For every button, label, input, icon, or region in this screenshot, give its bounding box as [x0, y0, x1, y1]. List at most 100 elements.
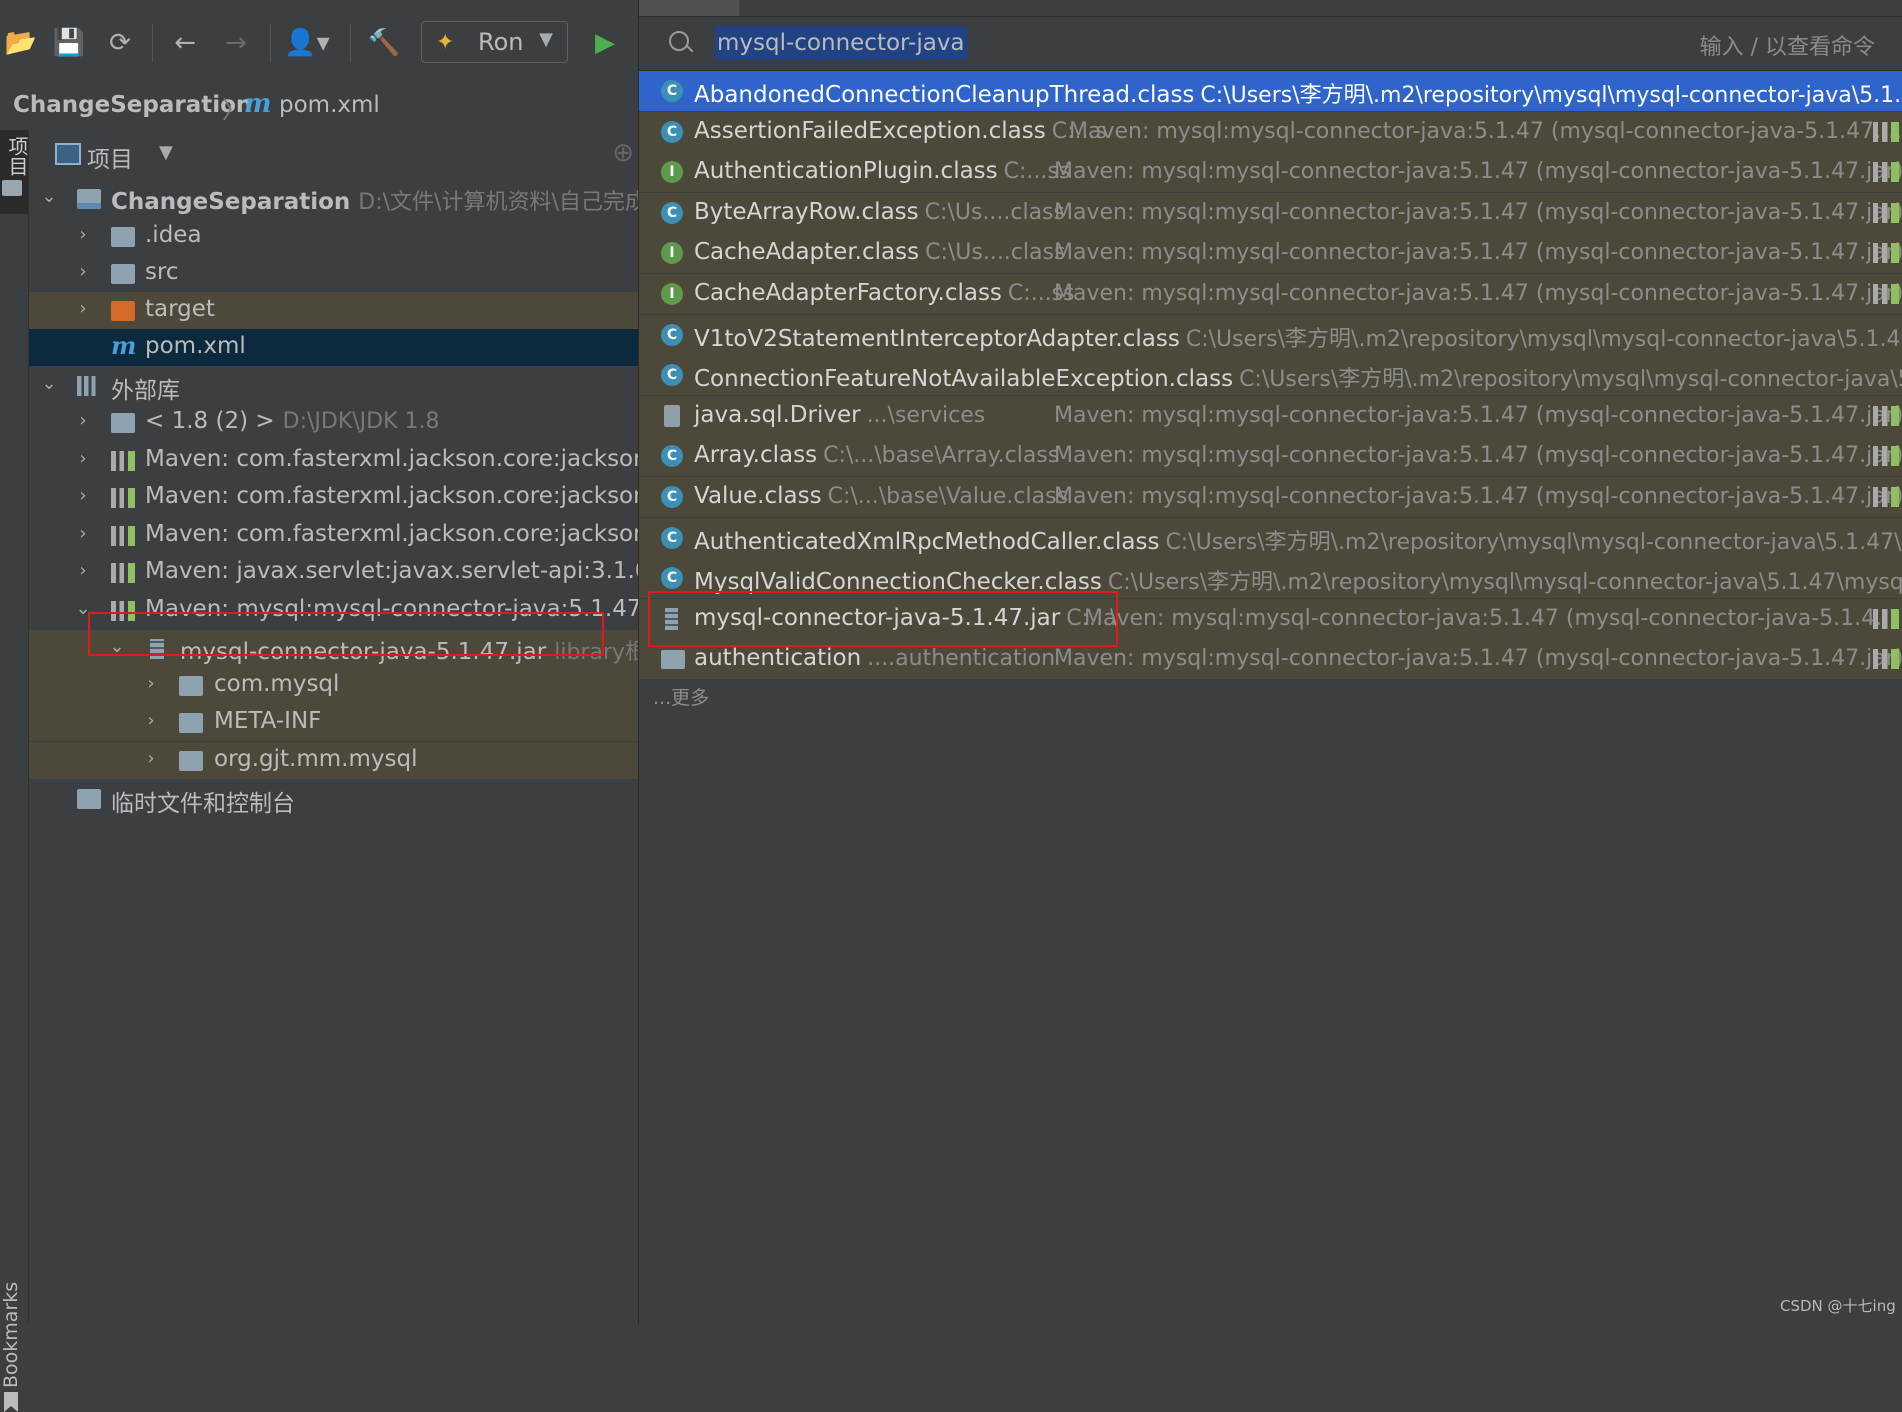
run-play-icon[interactable]: ▶	[588, 26, 622, 60]
tree-row-library[interactable]: › Maven: com.fasterxml.jackson.core:jack…	[29, 517, 638, 554]
tree-row-target[interactable]: › target	[29, 292, 638, 329]
search-result-library: Maven: mysql:mysql-connector-java:5.1.47…	[1084, 606, 1897, 631]
folder-icon	[111, 227, 135, 247]
search-result-row[interactable]: C AssertionFailedException.class C:...s Mav…	[639, 112, 1902, 152]
tree-label: 外部库	[111, 378, 180, 404]
chevron-right-icon[interactable]: ›	[73, 224, 93, 245]
chevron-down-icon: ▼	[539, 29, 553, 50]
user-dropdown-icon[interactable]: 👤▾	[282, 26, 332, 60]
search-result-row[interactable]: C V1toV2StatementInterceptorAdapter.class…	[639, 315, 1902, 355]
forward-arrow-icon[interactable]: →	[219, 26, 253, 60]
tree-row-package[interactable]: › com.mysql	[29, 667, 638, 704]
tree-row-idea[interactable]: › .idea	[29, 218, 638, 255]
tree-text: < 1.8 (2) > D:\JDK\JDK 1.8	[145, 408, 440, 434]
project-view-select[interactable]: 项目	[87, 140, 133, 174]
search-result-name: Array.class C:\...\base\Array.class	[694, 442, 1059, 468]
search-result-library: Maven: mysql:mysql-connector-java:5.1.47…	[1054, 646, 1902, 671]
chevron-right-icon[interactable]: ›	[73, 523, 93, 544]
toolbar-divider	[152, 24, 153, 62]
search-result-path: ....authentication	[867, 646, 1056, 671]
chevron-right-icon[interactable]: ›	[141, 673, 161, 694]
save-icon[interactable]: 💾	[52, 26, 86, 60]
chevron-down-icon[interactable]: ▼	[159, 142, 173, 163]
search-result-row[interactable]: C AbandonedConnectionCleanupThread.class C…	[639, 71, 1902, 111]
search-result-row[interactable]: I CacheAdapter.class C:\Us....class Maven: …	[639, 233, 1902, 273]
sync-icon[interactable]: ⟳	[103, 26, 137, 60]
more-results-link[interactable]: ...更多	[653, 683, 709, 710]
search-tab-active[interactable]	[639, 0, 739, 16]
chevron-down-icon[interactable]: ⌄	[39, 186, 59, 207]
tree-label: src	[145, 259, 179, 285]
run-configuration-select[interactable]: ✦ Ron ▼	[421, 21, 568, 63]
search-result-row[interactable]: I AuthenticationPlugin.class C:...ss Maven:…	[639, 152, 1902, 192]
search-result-library: Maven: mysql:mysql-connector-java:5.1.47…	[1054, 403, 1902, 428]
jdk-folder-icon	[111, 413, 135, 433]
toolbar-divider	[350, 24, 351, 62]
search-result-row[interactable]: C ByteArrayRow.class C:\Us....class Maven: …	[639, 193, 1902, 233]
tree-label: target	[145, 296, 215, 322]
search-result-path: C:\...\base\Value.class	[827, 484, 1069, 509]
chevron-right-icon[interactable]: ›	[141, 710, 161, 731]
tree-row-library[interactable]: › Maven: javax.servlet:javax.servlet-api…	[29, 554, 638, 591]
open-folder-icon[interactable]: 📂	[4, 26, 38, 60]
tree-row-scratch[interactable]: 临时文件和控制台	[29, 780, 638, 817]
project-tree: ⌄ ChangeSeparation D:\文件\计算机资料\自己完成的 › .i…	[29, 180, 638, 1324]
search-result-name: AuthenticatedXmlRpcMethodCaller.class C:\…	[694, 524, 1902, 556]
chevron-right-icon[interactable]: ›	[73, 485, 93, 506]
result-name-text: Value.class	[694, 483, 822, 509]
tree-row-library[interactable]: › Maven: com.fasterxml.jackson.core:jack…	[29, 479, 638, 516]
result-name-text: V1toV2StatementInterceptorAdapter.class	[694, 326, 1180, 352]
target-icon[interactable]: ⊕	[612, 138, 634, 168]
chevron-right-icon[interactable]: ›	[73, 448, 93, 469]
search-result-library: Maven: mysql:mysql-connector-java:5.1.47…	[1054, 240, 1902, 265]
tree-label: org.gjt.mm.mysql	[214, 746, 418, 772]
search-result-row[interactable]: I CacheAdapterFactory.class C:...ss Maven: …	[639, 274, 1902, 314]
tree-row-pom[interactable]: m pom.xml	[29, 329, 638, 366]
search-result-library: Maven: mysql:mysql-connector-java:5.1.47…	[1054, 443, 1902, 468]
search-icon	[669, 31, 689, 51]
breadcrumb-file[interactable]: pom.xml	[279, 92, 380, 118]
search-result-path: C:\Users\李方明\.m2\repository\mysql\mysql-…	[1165, 530, 1902, 555]
chevron-right-icon[interactable]: ›	[73, 261, 93, 282]
tree-label: Maven: com.fasterxml.jackson.core:jackso…	[145, 483, 638, 509]
project-tool-tab[interactable]: 项目	[0, 130, 29, 214]
search-result-row[interactable]: java.sql.Driver ...\services Maven: mysql:…	[639, 396, 1902, 436]
library-icon	[111, 488, 135, 508]
chevron-right-icon[interactable]: ›	[73, 560, 93, 581]
tree-row-package[interactable]: › org.gjt.mm.mysql	[29, 742, 638, 779]
watermark: CSDN @十七ing	[1780, 1297, 1896, 1315]
tree-row-package[interactable]: › META-INF	[29, 704, 638, 741]
breadcrumb-project[interactable]: ChangeSeparation	[13, 92, 252, 118]
library-icon	[1873, 284, 1899, 304]
search-result-path: C:\Users\李方明\.m2\repository\mysql\mysql-…	[1107, 570, 1902, 595]
bookmarks-tool-tab[interactable]: Bookmarks	[0, 1278, 28, 1388]
tree-row-src[interactable]: › src	[29, 255, 638, 292]
search-bar: mysql-connector-java 输入 / 以查看命令	[639, 17, 1902, 71]
search-result-row[interactable]: C Value.class C:\...\base\Value.class Maven…	[639, 477, 1902, 517]
tree-row-jdk[interactable]: › < 1.8 (2) > D:\JDK\JDK 1.8	[29, 404, 638, 441]
tree-row-library[interactable]: › Maven: com.fasterxml.jackson.core:jack…	[29, 442, 638, 479]
search-result-row[interactable]: C Array.class C:\...\base\Array.class Maven…	[639, 436, 1902, 476]
search-result-row[interactable]: C AuthenticatedXmlRpcMethodCaller.class C:…	[639, 518, 1902, 558]
chevron-right-icon[interactable]: ›	[73, 298, 93, 319]
chevron-right-icon[interactable]: ›	[141, 748, 161, 769]
chevron-right-icon[interactable]: ›	[73, 410, 93, 431]
tree-root-text: ChangeSeparation D:\文件\计算机资料\自己完成的	[111, 184, 638, 216]
back-arrow-icon[interactable]: ←	[168, 26, 202, 60]
tree-label: META-INF	[214, 708, 322, 734]
search-result-row[interactable]: C ConnectionFeatureNotAvailableException.…	[639, 355, 1902, 395]
build-hammer-icon[interactable]: 🔨	[367, 26, 401, 60]
tree-row-root[interactable]: ⌄ ChangeSeparation D:\文件\计算机资料\自己完成的	[29, 180, 638, 217]
tree-row-external-libs[interactable]: ⌄ 外部库	[29, 367, 638, 404]
result-name-text: java.sql.Driver	[694, 402, 861, 428]
class-icon: C	[661, 445, 683, 467]
chevron-down-icon[interactable]: ⌄	[39, 373, 59, 394]
main-toolbar: 📂 💾 ⟳ ← → 👤▾ 🔨 ✦ Ron ▼ ▶	[0, 0, 638, 84]
library-icon	[1873, 203, 1899, 223]
result-name-text: AbandonedConnectionCleanupThread.class	[694, 82, 1195, 108]
tree-label: < 1.8 (2) >	[145, 408, 275, 434]
package-icon	[179, 751, 203, 771]
folder-icon	[2, 180, 22, 196]
bookmark-icon	[4, 1392, 18, 1412]
search-input[interactable]: mysql-connector-java	[715, 26, 967, 60]
